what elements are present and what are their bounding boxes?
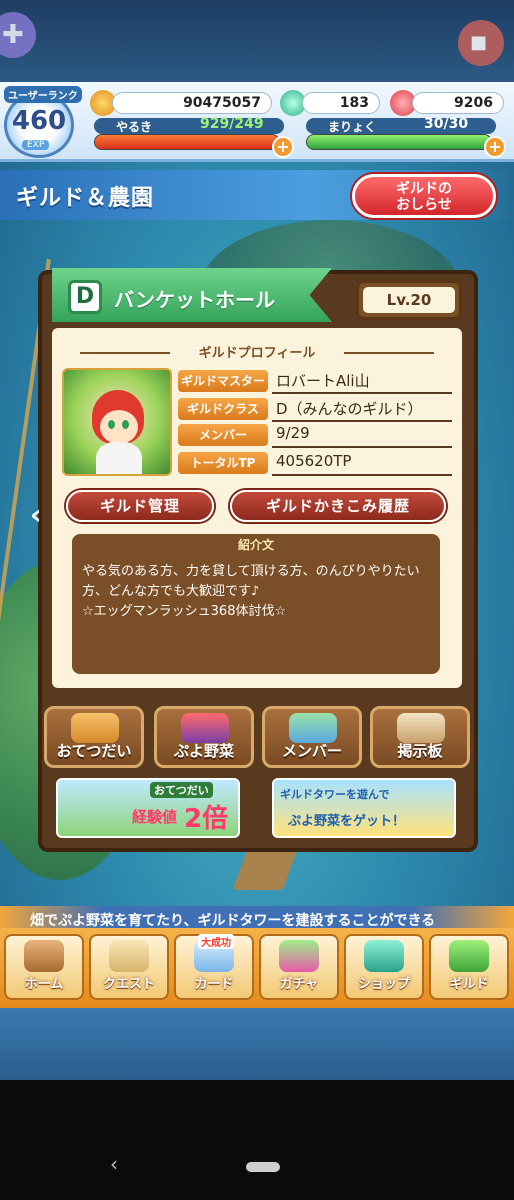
top-area	[0, 0, 514, 82]
great-success-badge: 大成功	[198, 934, 234, 949]
guild-level-tag: Lv.20	[356, 280, 462, 320]
nav-home-label: ホーム	[24, 977, 64, 992]
user-rank-badge[interactable]: ユーザーランク 460 EXP	[0, 86, 82, 160]
guild-notice-button[interactable]: ギルドの おしらせ	[352, 174, 496, 218]
vegetable-icon	[181, 713, 229, 743]
magic-bar	[306, 134, 492, 150]
ticket-counter: 9206	[412, 92, 504, 114]
member-count-value: 9/29	[276, 424, 310, 442]
guild-master-avatar[interactable]	[62, 368, 172, 476]
member-tile-label: メンバー	[281, 742, 342, 760]
vegetable-tile-label: ぷよ野菜	[173, 742, 234, 760]
coin-counter: 90475057	[112, 92, 272, 114]
coin-value: 90475057	[183, 95, 261, 111]
guild-level: Lv.20	[363, 287, 455, 313]
nav-gacha-label: ガチャ	[279, 977, 319, 992]
exp-double-banner[interactable]: おてつだい 経験値 2倍	[56, 778, 240, 838]
gem-value: 183	[339, 95, 369, 111]
game-screen: ✚ ■ ユーザーランク 460 EXP 90475057 183 9206 やる…	[0, 0, 514, 1080]
guild-history-button[interactable]: ギルドかきこみ履歴	[230, 490, 446, 522]
android-nav-bar: ‹	[0, 1080, 514, 1200]
row-underline	[272, 420, 452, 422]
member-tile[interactable]: メンバー	[262, 706, 362, 768]
row-underline	[272, 474, 452, 476]
guild-master-value: ロバートAli山	[276, 372, 370, 390]
page-title: ギルド＆農園	[16, 186, 155, 211]
guild-notice-label: ギルドの おしらせ	[396, 181, 452, 213]
gem-counter: 183	[302, 92, 380, 114]
avatar-eye	[122, 420, 129, 429]
ticker-text: 畑でぷよ野菜を育てたり、ギルドタワーを建設することができる	[30, 913, 436, 929]
intro-text: やる気のある方、力を貸して頂ける方、のんびりやりたい方、どんな方でも大歓迎です♪…	[82, 564, 420, 619]
row-underline	[272, 392, 452, 394]
member-count-label: メンバー	[178, 424, 268, 446]
video-record-icon[interactable]: ■	[458, 20, 504, 66]
board-tile[interactable]: 掲示板	[370, 706, 470, 768]
guild-class-value: D（みんなのギルド）	[276, 400, 423, 418]
guild-tower-banner[interactable]: ギルドタワーを遊んで ぷよ野菜をゲット！	[272, 778, 456, 838]
map-icon	[109, 940, 149, 972]
nav-shop[interactable]: ショップ	[344, 934, 424, 1000]
magic-value: 30/30	[424, 116, 469, 132]
profile-section-title: ギルドプロフィール	[80, 342, 434, 362]
magic-meter: まりょく 30/30	[306, 116, 496, 152]
home-pill-icon[interactable]	[246, 1162, 280, 1172]
total-tp-label: トータルTP	[178, 452, 268, 474]
bottom-background	[0, 1008, 514, 1080]
avatar-eye	[108, 420, 115, 429]
exp-banner-line3: 2倍	[184, 804, 229, 834]
guild-class-label: ギルドクラス	[178, 398, 268, 420]
nav-card-label: カード	[194, 977, 234, 992]
help-tile-label: おてつだい	[56, 742, 132, 760]
nav-home[interactable]: ホーム	[4, 934, 84, 1000]
vegetable-tile[interactable]: ぷよ野菜	[154, 706, 254, 768]
ticket-value: 9206	[454, 95, 493, 111]
exp-banner-line1: おてつだい	[150, 782, 213, 798]
guild-manage-button[interactable]: ギルド管理	[66, 490, 214, 522]
guild-tower-icon	[449, 940, 489, 972]
nav-guild[interactable]: ギルド	[429, 934, 509, 1000]
help-tile[interactable]: おてつだい	[44, 706, 144, 768]
intro-title: 紹介文	[237, 538, 274, 552]
chevron-left-icon[interactable]: ‹	[30, 498, 46, 538]
nav-quest-label: クエスト	[102, 977, 155, 992]
board-tile-label: 掲示板	[397, 742, 443, 760]
guild-rank-letter: D	[68, 280, 102, 314]
user-rank-value: 460	[11, 106, 67, 136]
avatar-face	[100, 410, 138, 444]
house-icon	[24, 940, 64, 972]
pier	[232, 850, 298, 890]
guild-name: バンケットホール	[114, 288, 275, 312]
magic-add-button[interactable]: +	[484, 136, 506, 158]
exp-banner-line2: 経験値	[132, 808, 178, 826]
stamina-meter: やるき 929/249	[94, 116, 284, 152]
guild-master-label: ギルドマスター	[178, 370, 268, 392]
nav-shop-label: ショップ	[357, 977, 410, 992]
row-underline	[272, 446, 452, 448]
nav-guild-label: ギルド	[449, 977, 489, 992]
avatar-body	[96, 442, 142, 474]
nav-gacha[interactable]: ガチャ	[259, 934, 339, 1000]
stamina-add-button[interactable]: +	[272, 136, 294, 158]
exp-label: EXP	[22, 140, 50, 150]
back-icon[interactable]: ‹	[110, 1152, 118, 1176]
bulletin-board-icon	[397, 713, 445, 743]
nav-quest[interactable]: クエスト	[89, 934, 169, 1000]
user-rank-label: ユーザーランク	[4, 86, 82, 103]
shop-gem-icon	[364, 940, 404, 972]
members-icon	[289, 713, 337, 743]
stamina-value: 929/249	[200, 116, 264, 132]
stamina-bar	[94, 134, 280, 150]
total-tp-value: 405620TP	[276, 452, 352, 470]
watering-can-icon	[71, 713, 119, 743]
tower-banner-line1: ギルドタワーを遊んで	[280, 788, 390, 801]
gacha-icon	[279, 940, 319, 972]
tower-banner-line2: ぷよ野菜をゲット！	[288, 814, 406, 829]
